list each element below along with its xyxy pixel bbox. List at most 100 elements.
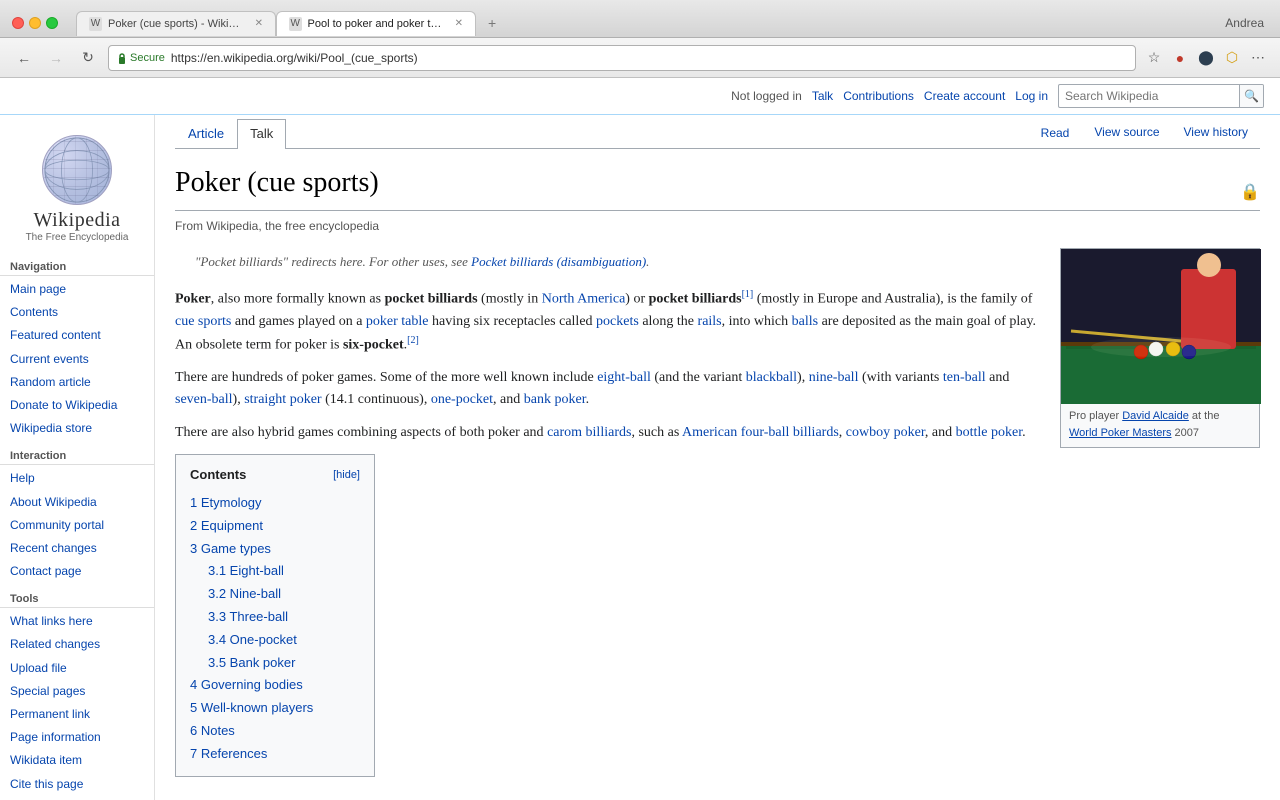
sidebar-item-featured[interactable]: Featured content	[0, 324, 154, 347]
sidebar-item-cite[interactable]: Cite this page	[0, 773, 154, 796]
wiki-body: Wikipedia The Free Encyclopedia Navigati…	[0, 115, 1280, 800]
sidebar-item-about[interactable]: About Wikipedia	[0, 491, 154, 514]
extension-icon-3[interactable]: ⬡	[1222, 48, 1242, 68]
not-logged-in-label: Not logged in	[731, 89, 802, 103]
close-button[interactable]	[12, 17, 24, 29]
toc-title: Contents [hide]	[190, 465, 360, 486]
bottle-poker-link[interactable]: bottle poker	[956, 425, 1023, 440]
toc-link-players[interactable]: 5 Well-known players	[190, 700, 313, 715]
sidebar-item-special[interactable]: Special pages	[0, 680, 154, 703]
sidebar-item-upload[interactable]: Upload file	[0, 657, 154, 680]
sidebar-item-whatlinks[interactable]: What links here	[0, 610, 154, 633]
disambiguation-link[interactable]: Pocket billiards (disambiguation)	[471, 254, 646, 269]
infobox: Pro player David Alcaide at the World Po…	[1060, 248, 1260, 448]
toc-link-eight-ball[interactable]: 3.1 Eight-ball	[208, 563, 284, 578]
talk-link[interactable]: Talk	[812, 89, 833, 103]
tab-1[interactable]: W Poker (cue sports) - Wikipedia ✕	[76, 11, 276, 36]
poker-table-link[interactable]: poker table	[366, 314, 429, 329]
traffic-lights	[12, 17, 58, 29]
cowboy-link[interactable]: cowboy poker	[846, 425, 925, 440]
tab-talk[interactable]: Talk	[237, 119, 286, 149]
sidebar-item-contact[interactable]: Contact page	[0, 560, 154, 583]
contributions-link[interactable]: Contributions	[843, 89, 914, 103]
back-button[interactable]: ←	[12, 46, 36, 70]
toc-link-governing[interactable]: 4 Governing bodies	[190, 677, 303, 692]
new-tab-button[interactable]: +	[476, 10, 506, 36]
wiki-tagline: The Free Encyclopedia	[26, 232, 129, 243]
tab-favicon-2: W	[289, 17, 302, 31]
page-title: Poker (cue sports) 🔒	[175, 161, 1260, 211]
sidebar-item-permanent[interactable]: Permanent link	[0, 703, 154, 726]
sidebar-item-recent-changes[interactable]: Recent changes	[0, 537, 154, 560]
browser-toolbar: ← → ↻ Secure https://en.wikipedia.org/wi…	[0, 38, 1280, 78]
minimize-button[interactable]	[29, 17, 41, 29]
more-tools-icon[interactable]: ⋯	[1248, 48, 1268, 68]
search-box[interactable]: 🔍	[1058, 84, 1264, 108]
cue-sports-link[interactable]: cue sports	[175, 314, 231, 329]
toc-link-nine-ball[interactable]: 3.2 Nine-ball	[208, 586, 281, 601]
log-in-link[interactable]: Log in	[1015, 89, 1048, 103]
tab-article[interactable]: Article	[175, 119, 237, 149]
toc-link-three-ball[interactable]: 3.3 Three-ball	[208, 609, 288, 624]
toc-link-game-types[interactable]: 3 Game types	[190, 541, 271, 556]
tab-2[interactable]: W Pool to poker and poker to po... ✕	[276, 11, 476, 36]
interaction-section-title: Interaction	[0, 446, 154, 465]
browser-titlebar: W Poker (cue sports) - Wikipedia ✕ W Poo…	[0, 0, 1280, 38]
pockets-link[interactable]: pockets	[596, 314, 639, 329]
tab-view-source[interactable]: View source	[1082, 119, 1171, 149]
rails-link[interactable]: rails	[698, 314, 722, 329]
toc-item-3-2: 3.2 Nine-ball	[190, 583, 360, 606]
create-account-link[interactable]: Create account	[924, 89, 1005, 103]
extension-icon-1[interactable]: ●	[1170, 48, 1190, 68]
eight-ball-link[interactable]: eight-ball	[597, 370, 651, 385]
sidebar-item-page-info[interactable]: Page information	[0, 726, 154, 749]
sidebar-item-wikidata[interactable]: Wikidata item	[0, 749, 154, 772]
address-bar[interactable]: Secure https://en.wikipedia.org/wiki/Poo…	[108, 45, 1136, 71]
caption-link-alcaide[interactable]: David Alcaide	[1122, 410, 1189, 422]
content-tabs-right: Read View source View history	[1028, 119, 1260, 148]
infobox-caption: Pro player David Alcaide at the World Po…	[1061, 404, 1259, 447]
toc-link-one-pocket[interactable]: 3.4 One-pocket	[208, 632, 297, 647]
nine-ball-link[interactable]: nine-ball	[809, 370, 859, 385]
wiki-header: Not logged in Talk Contributions Create …	[0, 78, 1280, 115]
sidebar-item-community[interactable]: Community portal	[0, 514, 154, 537]
sidebar-item-contents[interactable]: Contents	[0, 301, 154, 324]
forward-button[interactable]: →	[44, 46, 68, 70]
balls-link[interactable]: balls	[792, 314, 818, 329]
toc-link-etymology[interactable]: 1 Etymology	[190, 495, 262, 510]
straight-poker-link[interactable]: straight poker	[244, 392, 321, 407]
toc-item-2: 2 Equipment	[190, 515, 360, 538]
bookmark-icon[interactable]: ☆	[1144, 48, 1164, 68]
tab-2-close[interactable]: ✕	[455, 18, 463, 29]
search-input[interactable]	[1059, 89, 1239, 103]
bank-poker-link[interactable]: bank poker	[524, 392, 586, 407]
seven-ball-link[interactable]: seven-ball	[175, 392, 233, 407]
search-button[interactable]: 🔍	[1239, 84, 1263, 108]
north-america-link[interactable]: North America	[542, 291, 626, 306]
ten-ball-link[interactable]: ten-ball	[943, 370, 986, 385]
carom-link[interactable]: carom billiards	[547, 425, 631, 440]
sidebar-item-random[interactable]: Random article	[0, 371, 154, 394]
sidebar-item-donate[interactable]: Donate to Wikipedia	[0, 394, 154, 417]
caption-link-masters[interactable]: World Poker Masters	[1069, 427, 1172, 439]
blackball-link[interactable]: blackball	[746, 370, 797, 385]
tab-view-history[interactable]: View history	[1172, 119, 1260, 149]
tab-1-close[interactable]: ✕	[255, 18, 263, 29]
sidebar-item-related-changes[interactable]: Related changes	[0, 633, 154, 656]
toc-link-bank-poker[interactable]: 3.5 Bank poker	[208, 655, 295, 670]
sidebar-item-help[interactable]: Help	[0, 467, 154, 490]
reload-button[interactable]: ↻	[76, 46, 100, 70]
toc-link-notes[interactable]: 6 Notes	[190, 723, 235, 738]
sidebar-item-main-page[interactable]: Main page	[0, 278, 154, 301]
one-pocket-link[interactable]: one-pocket	[431, 392, 493, 407]
toc-link-equipment[interactable]: 2 Equipment	[190, 518, 263, 533]
american-four-ball-link[interactable]: American four-ball billiards	[682, 425, 839, 440]
toc-hide-button[interactable]: [hide]	[333, 467, 360, 485]
sidebar-item-store[interactable]: Wikipedia store	[0, 417, 154, 440]
maximize-button[interactable]	[46, 17, 58, 29]
tab-read[interactable]: Read	[1028, 119, 1083, 149]
sidebar-item-current-events[interactable]: Current events	[0, 348, 154, 371]
toc-link-references[interactable]: 7 References	[190, 746, 267, 761]
toc-item-3-4: 3.4 One-pocket	[190, 629, 360, 652]
extension-icon-2[interactable]: ⬤	[1196, 48, 1216, 68]
